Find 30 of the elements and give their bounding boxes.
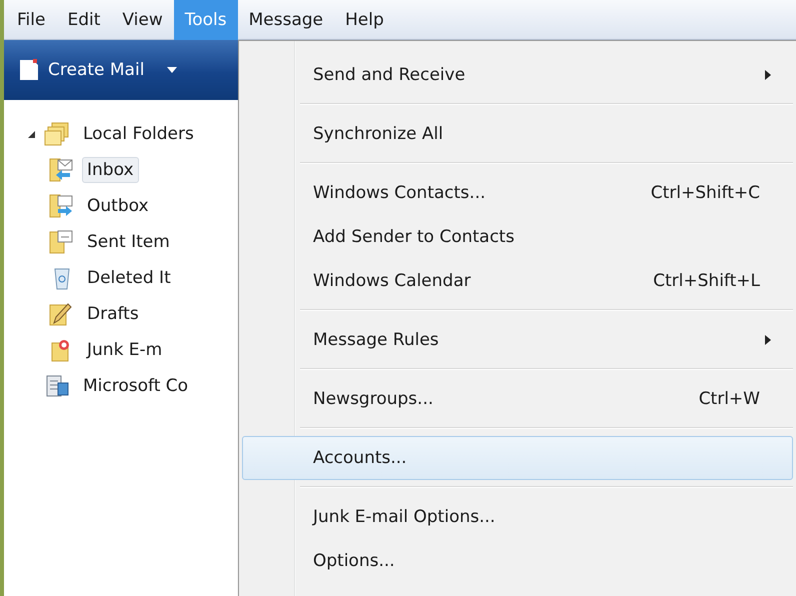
shortcut-text: Ctrl+Shift+L [653,271,760,291]
shortcut-text: Ctrl+W [698,389,760,409]
menu-option[interactable]: Options... [242,539,793,583]
folder-item[interactable]: Microsoft Co [78,373,194,399]
new-mail-icon [18,58,40,82]
menu-item[interactable]: Message [238,0,334,39]
folder-item[interactable]: Deleted It [82,265,176,291]
folder-item[interactable]: Junk E-m [82,337,168,363]
folder-item[interactable]: Drafts [82,301,144,327]
menu-option[interactable]: Newsgroups... Ctrl+W [242,377,793,421]
caret-icon [166,66,178,74]
menu-item[interactable]: Help [334,0,395,39]
menu-item[interactable]: Edit [56,0,112,39]
menu-option[interactable]: Junk E-mail Options... [242,495,793,539]
shortcut-text: Ctrl+Shift+C [650,183,760,203]
create-mail-button[interactable]: Create Mail [14,54,182,86]
folder-item[interactable]: Local Folders [78,121,199,147]
menu-option[interactable]: Windows Contacts... Ctrl+Shift+C [242,171,793,215]
folder-item[interactable]: Outbox [82,193,154,219]
menu-option[interactable]: Message Rules [242,318,793,362]
folder-item[interactable]: Sent Item [82,229,175,255]
menu-option[interactable]: Add Sender to Contacts [242,215,793,259]
menu-option[interactable]: Send and Receive [242,53,793,97]
folder-item[interactable]: Inbox [82,157,139,183]
menu-option[interactable]: Synchronize All [242,112,793,156]
menu-item[interactable]: File [6,0,56,39]
menu-option[interactable]: Windows Calendar Ctrl+Shift+L [242,259,793,303]
menu-option[interactable]: Accounts... [242,436,793,480]
expander-icon[interactable] [26,129,36,139]
menu-item[interactable]: View [111,0,174,39]
